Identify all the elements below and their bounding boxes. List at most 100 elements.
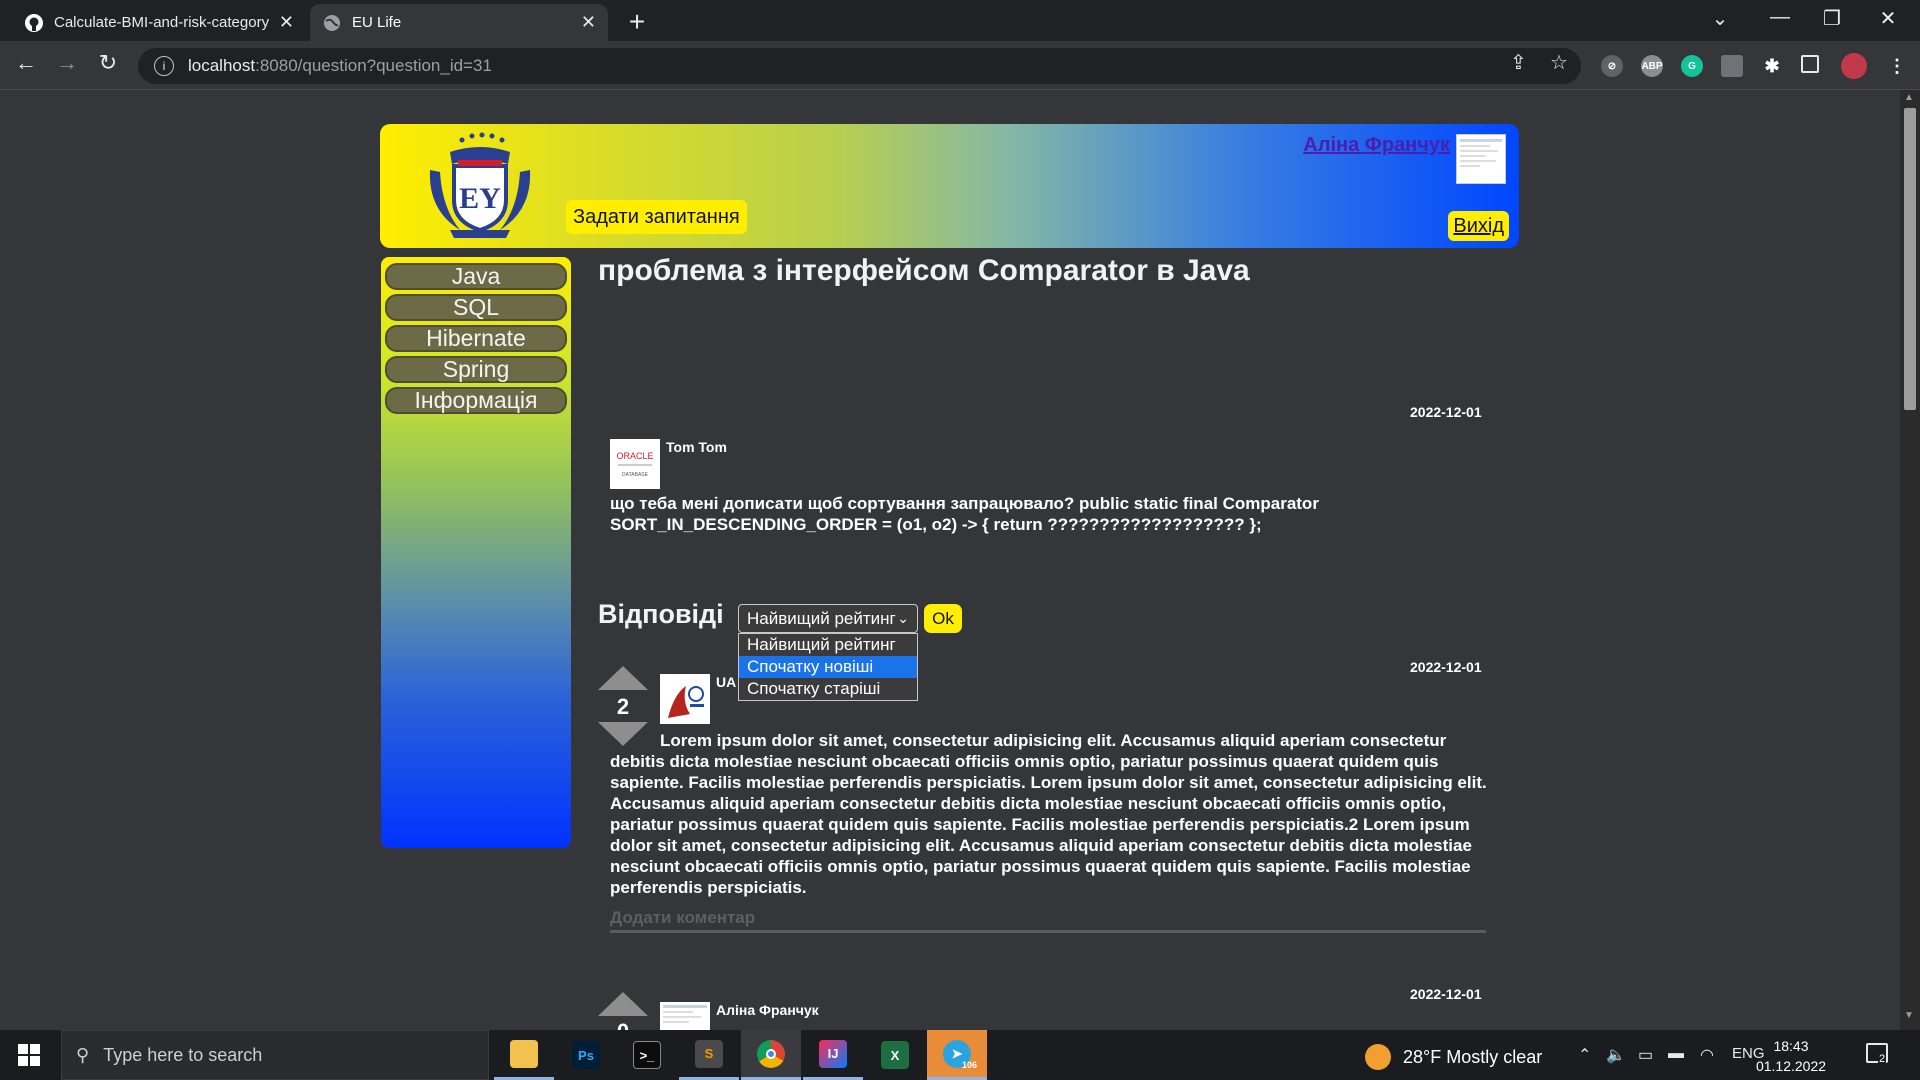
- avatar-logo-subtext: DATABASE: [622, 472, 649, 478]
- share-icon[interactable]: ⇪: [1510, 50, 1527, 75]
- site-info-icon[interactable]: i: [154, 56, 174, 76]
- user-profile-link[interactable]: Аліна Франчук: [1303, 134, 1450, 157]
- side-panel-icon[interactable]: [1801, 55, 1819, 73]
- file-explorer-icon[interactable]: [494, 1030, 554, 1080]
- ask-question-button[interactable]: Задати запитання: [566, 200, 747, 234]
- sidebar-item-info[interactable]: Інформація: [385, 387, 567, 414]
- taskbar-clock[interactable]: 18:43 01.12.2022: [1752, 1036, 1830, 1076]
- sort-dropdown-list: Найвищий рейтинг Спочатку новіші Спочатк…: [738, 633, 918, 701]
- answer-date: 2022-12-01: [1410, 659, 1482, 675]
- speaker-icon[interactable]: 🔈: [1606, 1045, 1626, 1065]
- wifi-icon[interactable]: ◠: [1700, 1045, 1714, 1065]
- photoshop-icon[interactable]: Ps: [556, 1030, 616, 1080]
- weather-text: 28°F Mostly clear: [1403, 1046, 1543, 1067]
- clock-time: 18:43: [1773, 1038, 1809, 1054]
- sidebar-item-sql[interactable]: SQL: [385, 294, 567, 321]
- telegram-icon[interactable]: ➤ 106: [927, 1030, 987, 1080]
- vote-count: 0: [598, 1019, 648, 1030]
- question-body: що теба мені дописати щоб сортування зап…: [610, 494, 1319, 534]
- tab-eu-life[interactable]: EU Life ✕: [310, 4, 608, 41]
- close-icon[interactable]: ✕: [581, 12, 596, 33]
- url-host: localhost: [188, 56, 256, 75]
- display-icon[interactable]: ▭: [1638, 1045, 1653, 1065]
- sidebar-item-hibernate[interactable]: Hibernate: [385, 325, 567, 352]
- weather-widget[interactable]: 28°F Mostly clear: [1365, 1044, 1542, 1070]
- logo[interactable]: EY: [420, 130, 540, 242]
- answer-author[interactable]: Аліна Франчук: [716, 1002, 819, 1018]
- profile-avatar[interactable]: [1841, 53, 1867, 79]
- restore-button[interactable]: ❐: [1812, 6, 1852, 31]
- weather-moon-icon: [1365, 1044, 1391, 1070]
- sort-ok-button[interactable]: Ok: [924, 604, 962, 633]
- scrollbar-thumb[interactable]: [1904, 108, 1916, 410]
- kebab-menu-icon[interactable]: ⋮: [1886, 55, 1908, 77]
- question-author-avatar[interactable]: ORACLE DATABASE: [610, 439, 660, 489]
- user-avatar[interactable]: [1456, 134, 1506, 184]
- avatar-logo-text: ORACLE: [616, 451, 653, 461]
- windows-taskbar: ⚲ Type here to search Ps >_ S IJ X ➤ 106…: [0, 1030, 1920, 1080]
- grammarly-icon[interactable]: G: [1681, 55, 1703, 77]
- windows-start-icon[interactable]: [18, 1044, 40, 1066]
- chrome-icon[interactable]: [741, 1030, 801, 1080]
- sidebar-item-spring[interactable]: Spring: [385, 356, 567, 383]
- search-placeholder: Type here to search: [103, 1044, 263, 1065]
- sort-selected-value: Найвищий рейтинг: [747, 608, 896, 628]
- tab-search-chevron-icon[interactable]: ⌄: [1700, 6, 1740, 31]
- add-comment-link[interactable]: Додати коментар: [610, 908, 1486, 933]
- minimize-button[interactable]: —: [1760, 6, 1800, 29]
- answer-author-avatar[interactable]: [660, 1002, 710, 1030]
- reload-icon[interactable]: ↻: [92, 50, 124, 76]
- puzzle-extensions-icon[interactable]: ✱: [1761, 55, 1783, 77]
- clock-date: 01.12.2022: [1755, 1058, 1827, 1074]
- adblock-icon[interactable]: ABP: [1641, 55, 1663, 77]
- bookmark-star-icon[interactable]: ☆: [1550, 50, 1568, 75]
- answer-date: 2022-12-01: [1410, 986, 1482, 1002]
- tab-title: EU Life: [352, 14, 402, 31]
- extension-disabled-icon[interactable]: ⊘: [1601, 55, 1623, 77]
- forward-arrow-icon[interactable]: →: [51, 50, 83, 76]
- answer-author[interactable]: UA: [716, 674, 736, 690]
- logout-button[interactable]: Вихід: [1448, 211, 1509, 241]
- taskbar-search-input[interactable]: ⚲ Type here to search: [61, 1030, 489, 1080]
- upvote-arrow-icon[interactable]: [598, 666, 648, 690]
- sort-option-oldest[interactable]: Спочатку старіші: [739, 678, 917, 700]
- telegram-badge: 106: [962, 1060, 978, 1070]
- sidebar-item-java[interactable]: Java: [385, 263, 567, 290]
- question-author[interactable]: Tom Tom: [666, 439, 727, 455]
- close-window-button[interactable]: ✕: [1868, 6, 1908, 31]
- answer-body: Lorem ipsum dolor sit amet, consectetur …: [610, 731, 1487, 897]
- question-date: 2022-12-01: [1410, 404, 1482, 420]
- tab-github[interactable]: Calculate-BMI-and-risk-category ✕: [12, 4, 306, 41]
- site-header: EY Задати запитання Аліна Франчук Вихід: [380, 124, 1519, 248]
- answer-author-avatar[interactable]: [660, 674, 710, 724]
- new-tab-button[interactable]: +: [622, 6, 652, 38]
- sort-option-newest[interactable]: Спочатку новіші: [739, 656, 917, 678]
- chevron-down-icon: ⌄: [897, 610, 909, 626]
- search-icon: ⚲: [76, 1044, 90, 1065]
- terminal-icon[interactable]: >_: [617, 1030, 677, 1080]
- upvote-arrow-icon[interactable]: [598, 992, 648, 1016]
- globe-icon: [324, 14, 340, 31]
- tab-title: Calculate-BMI-and-risk-category: [54, 14, 270, 31]
- github-icon: [25, 13, 43, 32]
- vote-count: 2: [616, 694, 630, 719]
- sort-select[interactable]: Найвищий рейтинг ⌄: [738, 604, 918, 633]
- logo-text: EY: [459, 182, 501, 215]
- browser-tab-bar: Calculate-BMI-and-risk-category ✕ EU Lif…: [0, 0, 1920, 41]
- close-icon[interactable]: ✕: [279, 12, 294, 33]
- question-title: проблема з інтерфейсом Comparator в Java: [598, 254, 1250, 287]
- chevron-up-icon[interactable]: ⌃: [1578, 1045, 1591, 1065]
- sublime-text-icon[interactable]: S: [679, 1030, 739, 1080]
- scrollbar[interactable]: ▲ ▼: [1900, 90, 1920, 1030]
- sort-option-top-rated[interactable]: Найвищий рейтинг: [739, 634, 917, 656]
- notification-count: 2: [1878, 1053, 1887, 1065]
- browser-toolbar: ← → ↻ i localhost:8080/question?question…: [0, 41, 1920, 90]
- answers-heading: Відповіді: [598, 599, 724, 629]
- back-arrow-icon[interactable]: ←: [10, 50, 42, 76]
- battery-icon[interactable]: ▬: [1668, 1045, 1684, 1063]
- intellij-icon[interactable]: IJ: [803, 1030, 863, 1080]
- extension-icon[interactable]: [1721, 55, 1743, 77]
- excel-icon[interactable]: X: [865, 1030, 925, 1080]
- notification-center-icon[interactable]: 2: [1866, 1043, 1888, 1065]
- address-bar[interactable]: i localhost:8080/question?question_id=31: [138, 48, 1581, 84]
